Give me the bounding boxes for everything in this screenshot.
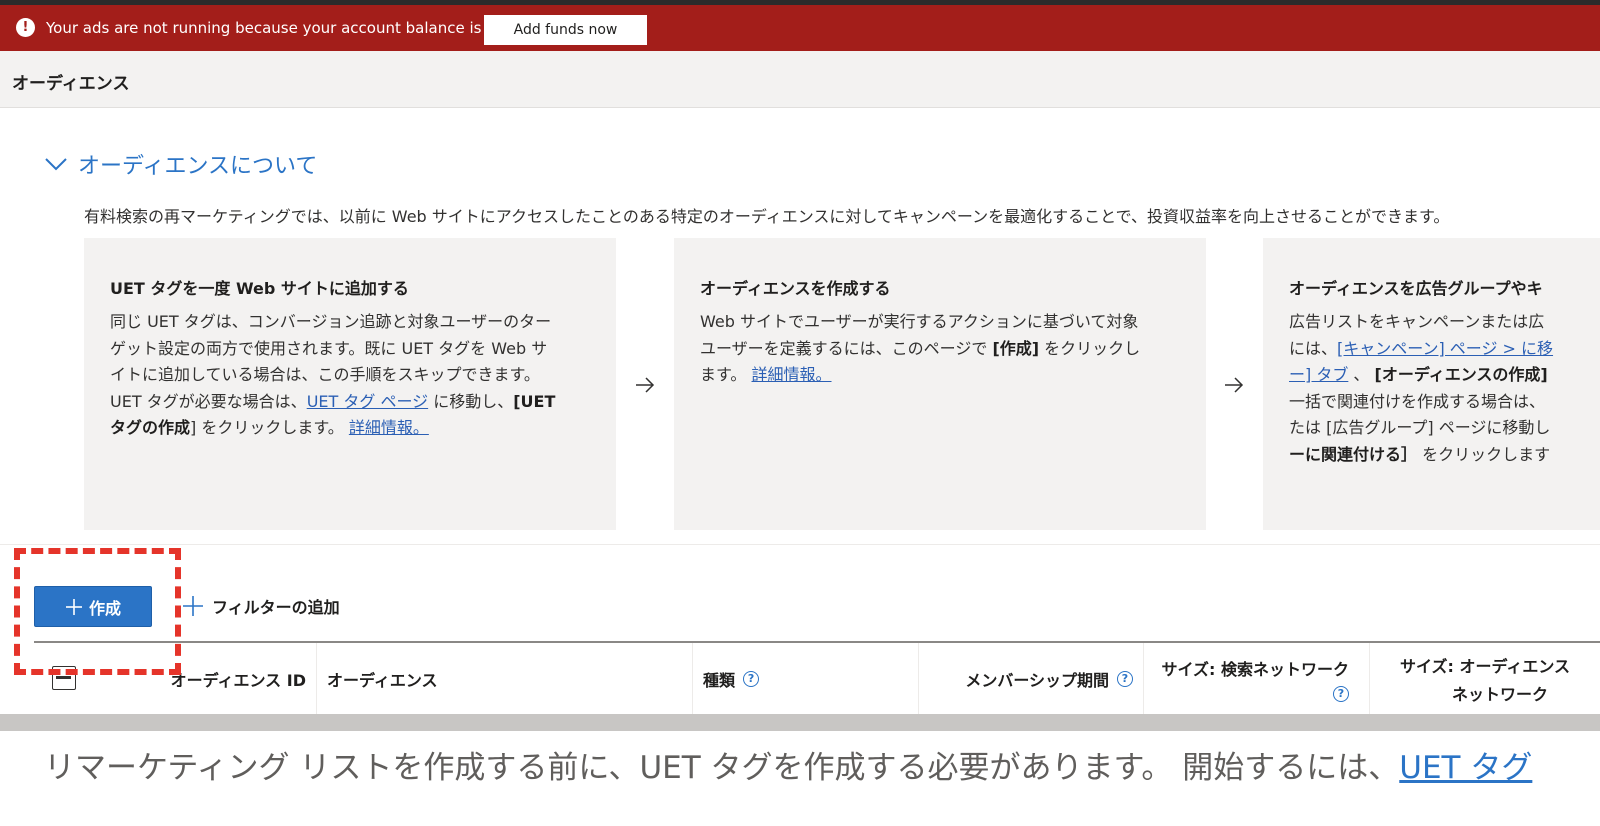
step-card-create-audience: オーディエンスを作成する Web サイトでユーザーが実行するアクションに基づいて… xyxy=(674,238,1206,530)
card-body: 広告リストをキャンペーンまたは広 には、[キャンペーン] ページ > に移 ー]… xyxy=(1289,312,1554,464)
column-membership-duration[interactable]: メンバーシップ期間 ? xyxy=(919,643,1144,714)
add-funds-button[interactable]: Add funds now xyxy=(484,15,647,45)
campaign-page-link[interactable]: [キャンペーン] ページ > に移 xyxy=(1337,339,1553,358)
help-icon[interactable]: ? xyxy=(1117,670,1133,687)
card-body: Web サイトでユーザーが実行するアクションに基づいて対象 ユーザーを定義するに… xyxy=(700,312,1141,384)
chevron-down-icon xyxy=(45,158,67,171)
add-filter-label: フィルターの追加 xyxy=(212,598,340,617)
about-audiences-toggle[interactable]: オーディエンスについて xyxy=(44,148,317,180)
empty-state-message: リマーケティング リストを作成する前に、UET タグを作成する必要があります。 … xyxy=(44,750,1533,786)
add-filter-button[interactable]: フィルターの追加 xyxy=(182,594,340,618)
column-audience[interactable]: オーディエンス xyxy=(317,643,693,714)
arrow-right-icon xyxy=(1225,377,1244,393)
column-size-search-network[interactable]: サイズ: 検索ネットワーク ? xyxy=(1144,643,1370,714)
learn-more-link[interactable]: 詳細情報。 xyxy=(349,418,429,437)
step-card-add-uet-tag: UET タグを一度 Web サイトに追加する 同じ UET タグは、コンバージョ… xyxy=(84,238,616,530)
step-card-associate-audience: オーディエンスを広告グループやキ 広告リストをキャンペーンまたは広 には、[キャ… xyxy=(1263,238,1600,530)
uet-tag-page-link[interactable]: UET タグ ページ xyxy=(307,392,428,411)
card-title: UET タグを一度 Web サイトに追加する xyxy=(110,279,409,298)
about-title: オーディエンスについて xyxy=(78,154,318,179)
column-type[interactable]: 種類 ? xyxy=(693,643,919,714)
card-title: オーディエンスを作成する xyxy=(700,279,891,298)
alert-circle-icon: ! xyxy=(16,18,35,37)
audience-table-header: オーディエンス ID オーディエンス 種類 ? メンバーシップ期間 ? サイズ:… xyxy=(34,641,1600,716)
help-icon[interactable]: ? xyxy=(743,670,760,687)
page-title: オーディエンス xyxy=(12,74,130,94)
arrow-right-icon xyxy=(636,377,655,393)
banner-message: Your ads are not running because your ac… xyxy=(46,19,523,37)
plus-icon xyxy=(183,596,203,616)
page-header: オーディエンス xyxy=(0,51,1600,108)
about-intro: 有料検索の再マーケティングでは、以前に Web サイトにアクセスしたことのある特… xyxy=(84,207,1450,226)
column-size-audience-network[interactable]: サイズ: オーディエンス ネットワーク xyxy=(1370,643,1600,714)
learn-more-link[interactable]: 詳細情報。 xyxy=(752,365,832,384)
help-icon[interactable]: ? xyxy=(1333,685,1349,702)
highlight-annotation xyxy=(14,548,181,675)
uet-tag-link[interactable]: UET タグ xyxy=(1399,750,1532,786)
table-scroll-band xyxy=(0,714,1600,731)
audience-tab-link[interactable]: ー] タブ xyxy=(1289,365,1348,384)
card-body: 同じ UET タグは、コンバージョン追跡と対象ユーザーのター ゲット設定の両方で… xyxy=(110,312,556,437)
section-divider xyxy=(0,544,1600,545)
error-banner: ! Your ads are not running because your … xyxy=(0,5,1600,51)
card-title: オーディエンスを広告グループやキ xyxy=(1289,279,1543,298)
